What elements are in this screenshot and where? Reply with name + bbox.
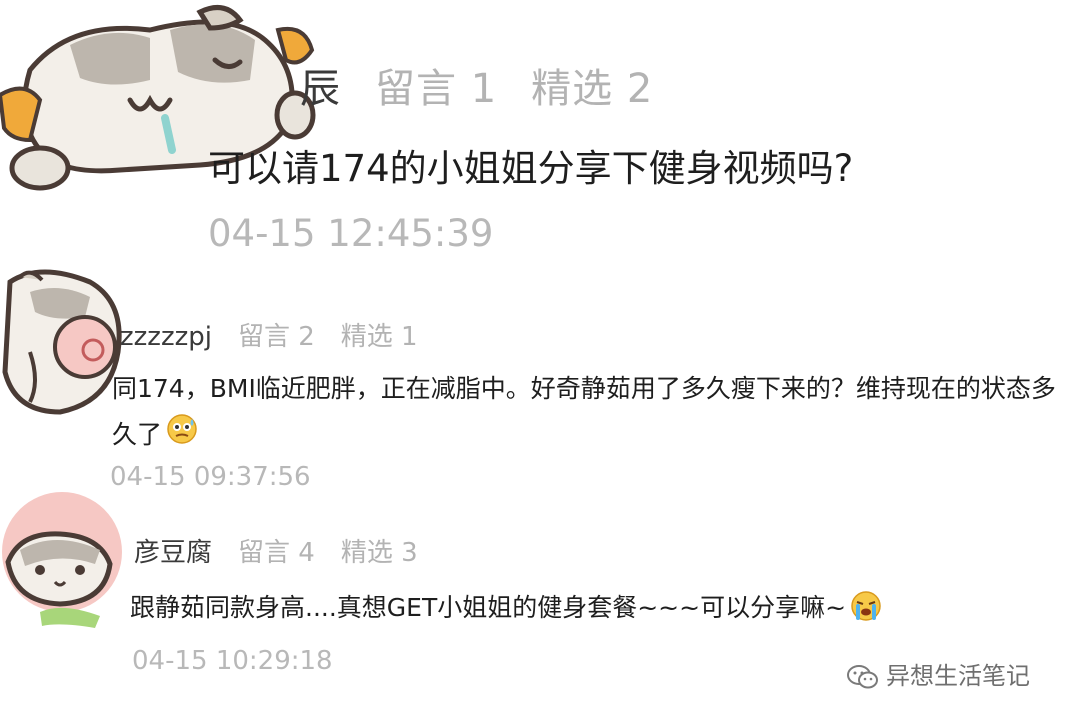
comment-text: 同174，BMI临近肥胖，正在减脂中。好奇静茹用了多久瘦下来的？维持现在的状态多… [112, 374, 1056, 449]
comment-text: 跟静茹同款身高....真想GET小姐姐的健身套餐~~~可以分享嘛~ [130, 593, 847, 622]
comment-meta: 辰留言 1 精选 2 [300, 56, 653, 114]
comment-body: 同174，BMI临近肥胖，正在减脂中。好奇静茹用了多久瘦下来的？维持现在的状态多… [112, 366, 1072, 460]
commenter-name[interactable]: zzzzzpj [120, 322, 212, 352]
comment-meta: zzzzzpj 留言 2 精选 1 [120, 316, 418, 353]
watermark-text: 异想生活笔记 [886, 662, 1030, 690]
comment-text: 可以请174的小姐姐分享下健身视频吗? [208, 147, 854, 190]
message-count: 留言 4 [238, 538, 315, 568]
comment-body: 跟静茹同款身高....真想GET小姐姐的健身套餐~~~可以分享嘛~ [130, 588, 882, 628]
comment-meta: 彦豆腐 留言 4 精选 3 [134, 532, 418, 569]
featured-count: 精选 3 [340, 538, 418, 568]
message-count: 留言 1 [375, 66, 498, 112]
commenter-name[interactable]: 彦豆腐 [134, 538, 212, 568]
wechat-icon [846, 662, 886, 690]
comment-time: 04-15 12:45:39 [208, 212, 494, 255]
featured-count: 精选 1 [340, 322, 418, 352]
avatar-hamster [0, 492, 128, 632]
watermark: 异想生活笔记 [846, 656, 1030, 691]
featured-count: 精选 2 [531, 66, 654, 112]
message-count: 留言 2 [237, 322, 315, 352]
commenter-name[interactable]: 辰 [300, 66, 341, 112]
crying-emoji-icon [850, 590, 882, 628]
comment-time: 04-15 09:37:56 [110, 462, 311, 492]
nervous-sweat-emoji-icon [166, 413, 198, 460]
comment-time: 04-15 10:29:18 [132, 646, 333, 676]
